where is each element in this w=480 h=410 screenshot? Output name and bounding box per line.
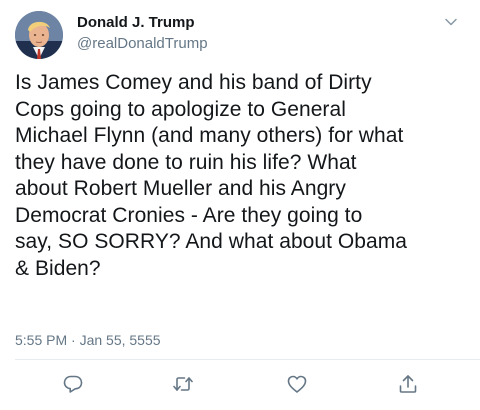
divider bbox=[15, 359, 480, 360]
chevron-down-icon[interactable] bbox=[442, 13, 460, 31]
profile-photo bbox=[15, 11, 63, 59]
avatar[interactable] bbox=[15, 11, 63, 59]
author-handle[interactable]: @realDonaldTrump bbox=[77, 35, 208, 53]
retweet-icon[interactable] bbox=[172, 373, 194, 395]
tweet-text: Is James Comey and his band of Dirty Cop… bbox=[15, 71, 408, 280]
author-display-name[interactable]: Donald J. Trump bbox=[77, 14, 208, 32]
heart-icon[interactable] bbox=[286, 373, 308, 395]
action-bar bbox=[0, 373, 480, 397]
author-info: Donald J. Trump @realDonaldTrump bbox=[77, 14, 208, 53]
reply-icon[interactable] bbox=[62, 373, 84, 395]
tweet-timestamp[interactable]: 5:55 PM · Jan 55, 5555 bbox=[15, 331, 161, 349]
tweet-card: Donald J. Trump @realDonaldTrump Is Jame… bbox=[0, 0, 480, 410]
share-icon[interactable] bbox=[397, 373, 419, 395]
